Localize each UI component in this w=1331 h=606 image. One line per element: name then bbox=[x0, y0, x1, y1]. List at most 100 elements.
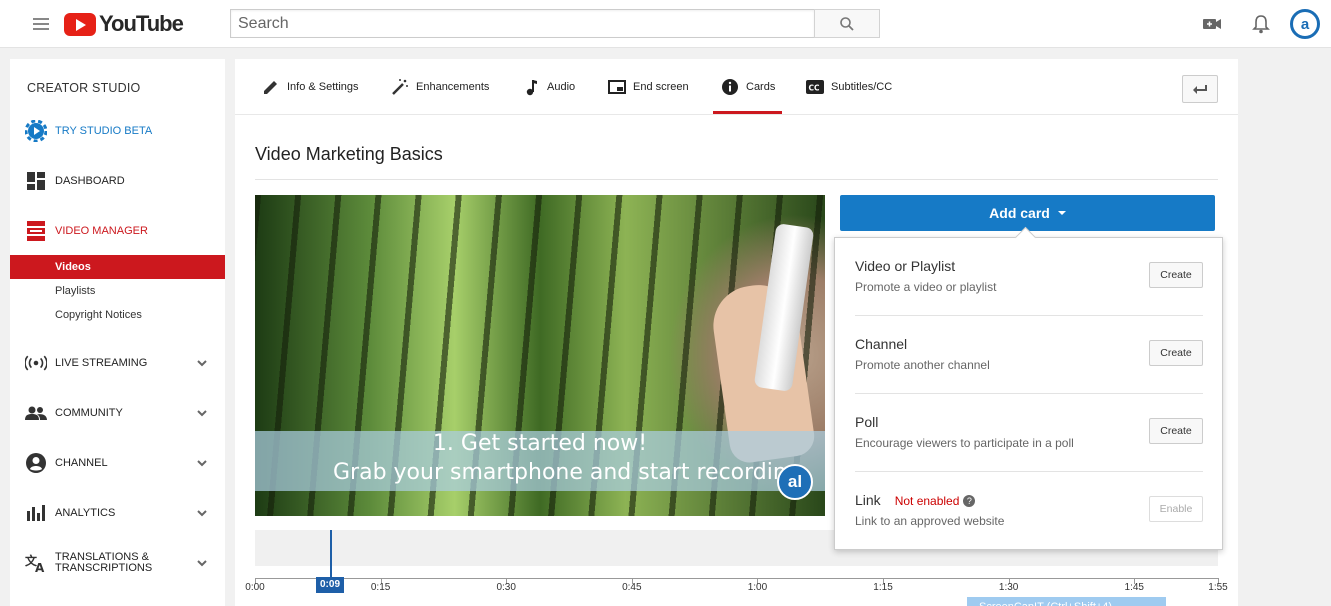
back-button[interactable] bbox=[1182, 75, 1218, 103]
timeline-time-label: 1:15 bbox=[873, 582, 893, 593]
svg-text:A: A bbox=[35, 561, 45, 573]
translate-icon: 文A bbox=[25, 552, 47, 574]
timeline-playhead[interactable] bbox=[330, 530, 332, 578]
account-avatar[interactable]: a bbox=[1290, 9, 1320, 39]
tab-end-screen[interactable]: End screen bbox=[607, 59, 689, 114]
sidebar-item-dashboard[interactable]: DASHBOARD bbox=[10, 169, 225, 193]
tab-subtitles-cc[interactable]: CC Subtitles/CC bbox=[805, 59, 892, 114]
sidebar-item-label: TRANSLATIONS & TRANSCRIPTIONS bbox=[55, 551, 153, 574]
caret-down-icon bbox=[1057, 211, 1066, 215]
tab-label: Subtitles/CC bbox=[831, 80, 893, 93]
timeline-time-label: 1:55 bbox=[1208, 582, 1228, 593]
channel-watermark-logo: al bbox=[777, 464, 813, 500]
timeline-time-label: 0:15 bbox=[370, 582, 391, 593]
card-option-description: Encourage viewers to participate in a po… bbox=[855, 436, 1074, 450]
pencil-icon bbox=[261, 77, 281, 97]
create-poll-card-button[interactable]: Create bbox=[1149, 418, 1203, 444]
page-title: Video Marketing Basics bbox=[255, 144, 443, 164]
upload-video-icon[interactable] bbox=[1200, 12, 1224, 36]
closed-captions-icon: CC bbox=[805, 77, 825, 97]
chevron-down-icon[interactable] bbox=[196, 357, 208, 369]
search-icon bbox=[840, 16, 854, 31]
card-option-poll: Poll Encourage viewers to participate in… bbox=[855, 394, 1203, 472]
sidebar-item-video-manager[interactable]: VIDEO MANAGER bbox=[10, 219, 225, 243]
youtube-play-icon bbox=[64, 12, 96, 36]
search-button[interactable] bbox=[814, 9, 880, 38]
chevron-down-icon[interactable] bbox=[196, 457, 208, 469]
search-input[interactable] bbox=[230, 9, 814, 38]
end-screen-icon bbox=[607, 77, 627, 97]
notifications-bell-icon[interactable] bbox=[1249, 12, 1273, 36]
chevron-down-icon[interactable] bbox=[196, 557, 208, 569]
sidebar-item-label: LIVE STREAMING bbox=[55, 357, 148, 369]
add-card-menu: Video or Playlist Promote a video or pla… bbox=[834, 237, 1223, 550]
create-video-card-button[interactable]: Create bbox=[1149, 262, 1203, 288]
add-card-label: Add card bbox=[989, 205, 1050, 221]
sidebar-item-try-studio-beta[interactable]: TRY STUDIO BETA bbox=[10, 119, 225, 143]
magic-wand-icon bbox=[390, 77, 410, 97]
top-bar: YouTube a bbox=[0, 0, 1331, 48]
sidebar-item-label: ANALYTICS bbox=[55, 507, 116, 519]
music-note-icon bbox=[521, 77, 541, 97]
sidebar-subitem-playlists[interactable]: Playlists bbox=[10, 279, 225, 303]
svg-text:CC: CC bbox=[809, 83, 821, 92]
timeline-time-label: 1:45 bbox=[1124, 582, 1144, 593]
video-caption-line2: Grab your smartphone and start recording… bbox=[333, 460, 808, 485]
analytics-bar-chart-icon bbox=[25, 502, 47, 524]
tab-cards[interactable]: Cards bbox=[713, 59, 783, 114]
channel-account-icon bbox=[25, 452, 47, 474]
search-bar bbox=[230, 9, 880, 38]
creator-studio-sidebar: CREATOR STUDIO TRY STUDIO BETA DASHBOARD… bbox=[10, 59, 225, 606]
tab-audio[interactable]: Audio bbox=[521, 59, 575, 114]
sidebar-item-analytics[interactable]: ANALYTICS bbox=[10, 501, 225, 525]
sidebar-item-label: COMMUNITY bbox=[55, 407, 123, 419]
sidebar-subitem-copyright-notices[interactable]: Copyright Notices bbox=[10, 303, 225, 327]
tab-info-settings[interactable]: Info & Settings bbox=[261, 59, 359, 114]
tab-label: Enhancements bbox=[416, 80, 490, 93]
enable-link-card-button[interactable]: Enable bbox=[1149, 496, 1203, 522]
video-caption-line1: 1. Get started now! bbox=[432, 431, 648, 456]
live-streaming-icon bbox=[25, 352, 47, 374]
card-option-description: Link to an approved website bbox=[855, 514, 1005, 528]
help-question-icon[interactable]: ? bbox=[963, 495, 976, 507]
sidebar-item-label: CHANNEL bbox=[55, 457, 108, 469]
not-enabled-status: Not enabled bbox=[894, 494, 960, 508]
sidebar-item-label: DASHBOARD bbox=[55, 175, 125, 187]
menu-icon[interactable] bbox=[33, 15, 49, 33]
tab-label: Cards bbox=[746, 80, 776, 93]
youtube-logo[interactable]: YouTube bbox=[64, 11, 184, 36]
sidebar-title: CREATOR STUDIO bbox=[27, 81, 141, 95]
sidebar-item-translations[interactable]: 文A TRANSLATIONS & TRANSCRIPTIONS bbox=[10, 551, 225, 575]
tab-label: Audio bbox=[547, 80, 576, 93]
card-option-title: Link bbox=[855, 492, 881, 508]
sidebar-item-live-streaming[interactable]: LIVE STREAMING bbox=[10, 351, 225, 375]
sidebar-item-channel[interactable]: CHANNEL bbox=[10, 451, 225, 475]
video-preview[interactable]: 1. Get started now! Grab your smartphone… bbox=[255, 195, 825, 516]
dashboard-icon bbox=[25, 170, 47, 192]
create-channel-card-button[interactable]: Create bbox=[1149, 340, 1203, 366]
chevron-down-icon[interactable] bbox=[196, 507, 208, 519]
screencap-overlay: ScreenCapIT (Ctrl+Shift+4) bbox=[967, 597, 1166, 606]
card-option-description: Promote a video or playlist bbox=[855, 280, 997, 294]
card-option-video-playlist: Video or Playlist Promote a video or pla… bbox=[855, 238, 1203, 316]
sidebar-item-community[interactable]: COMMUNITY bbox=[10, 401, 225, 425]
card-option-link: Link Not enabled? Link to an approved web… bbox=[855, 472, 1203, 550]
card-option-title: Poll bbox=[855, 414, 879, 430]
chevron-down-icon[interactable] bbox=[196, 407, 208, 419]
sidebar-item-label: TRY STUDIO BETA bbox=[55, 125, 153, 137]
logo-text: YouTube bbox=[99, 11, 184, 36]
info-icon bbox=[720, 77, 740, 97]
card-option-channel: Channel Promote another channel Create bbox=[855, 316, 1203, 394]
tab-label: Info & Settings bbox=[287, 80, 359, 93]
timeline-time-label: 1:00 bbox=[747, 582, 768, 593]
divider bbox=[255, 179, 1218, 180]
sidebar-subitem-videos[interactable]: Videos bbox=[10, 255, 225, 279]
return-arrow-icon bbox=[1193, 85, 1207, 94]
editor-tabs: Info & Settings Enhancements Audio End s… bbox=[235, 59, 1238, 115]
studio-gear-icon bbox=[25, 120, 47, 142]
current-time-label: 0:09 bbox=[316, 577, 345, 593]
add-card-button[interactable]: Add card bbox=[840, 195, 1215, 231]
tab-label: End screen bbox=[633, 80, 689, 93]
timeline-time-label: 0:00 bbox=[245, 582, 265, 593]
tab-enhancements[interactable]: Enhancements bbox=[390, 59, 489, 114]
